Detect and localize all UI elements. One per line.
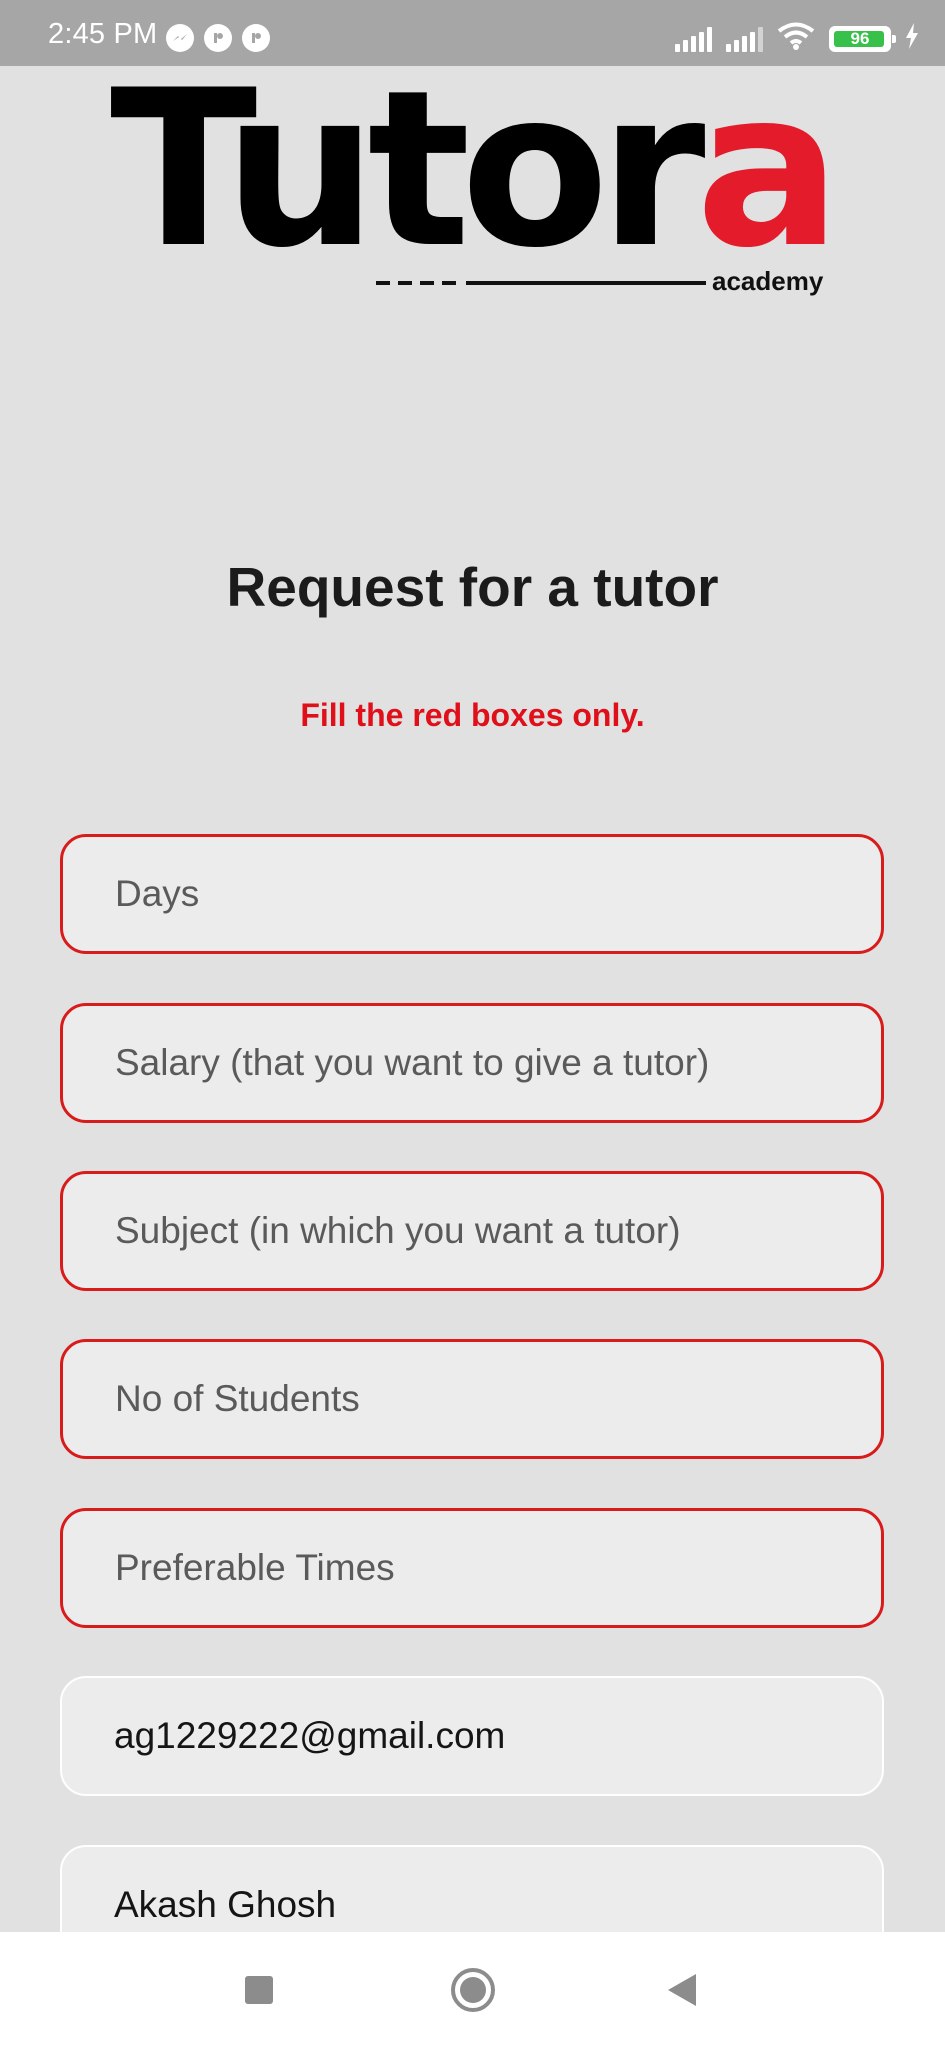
- subject-input[interactable]: [113, 1209, 881, 1253]
- back-button[interactable]: [622, 1932, 742, 2048]
- logo-subtitle: academy: [712, 266, 824, 296]
- home-circle-icon: [451, 1968, 495, 2012]
- students-input[interactable]: [113, 1377, 881, 1421]
- back-triangle-icon: [668, 1974, 696, 2006]
- logo-main-text: Tutor: [110, 44, 706, 295]
- email-field[interactable]: [60, 1676, 884, 1796]
- battery-text: 96: [850, 28, 870, 48]
- navigation-bar: [0, 1932, 945, 2048]
- battery-icon: 96: [829, 25, 896, 52]
- times-field[interactable]: [60, 1508, 884, 1628]
- email-input[interactable]: [112, 1714, 882, 1758]
- logo-accent-text: a: [695, 44, 842, 295]
- times-input[interactable]: [113, 1546, 881, 1590]
- page-title: Request for a tutor: [226, 556, 719, 618]
- students-field[interactable]: [60, 1339, 884, 1459]
- name-input[interactable]: [112, 1883, 882, 1927]
- recents-button[interactable]: [199, 1932, 319, 2048]
- days-input[interactable]: [113, 872, 881, 916]
- subject-field[interactable]: [60, 1171, 884, 1291]
- salary-input[interactable]: [113, 1041, 881, 1085]
- tutora-logo: Tutora academy: [110, 62, 850, 310]
- recents-square-icon: [245, 1976, 273, 2004]
- charging-icon: [905, 23, 919, 54]
- days-field[interactable]: [60, 834, 884, 954]
- logo-wordmark: Tutora: [110, 62, 841, 278]
- home-button[interactable]: [413, 1932, 533, 2048]
- salary-field[interactable]: [60, 1003, 884, 1123]
- instruction-note: Fill the red boxes only.: [300, 697, 645, 733]
